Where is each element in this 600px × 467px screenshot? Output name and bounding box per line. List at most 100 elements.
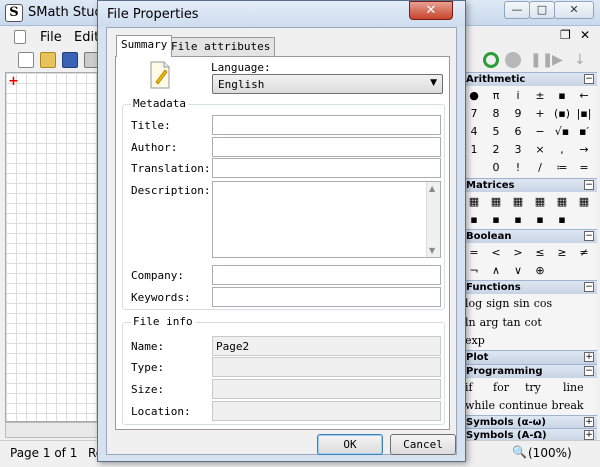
palette-button[interactable]: ▪′ — [573, 123, 595, 141]
program-button[interactable]: try — [523, 379, 561, 397]
close-doc-icon[interactable]: ✕ — [580, 28, 590, 42]
program-button[interactable]: if — [463, 379, 491, 397]
matrix-index-icon[interactable]: ▦ — [551, 193, 573, 211]
maximize-button[interactable]: □ — [529, 1, 555, 19]
ok-button[interactable]: OK — [317, 434, 383, 455]
title-field[interactable] — [212, 115, 441, 135]
palette-boolean-header[interactable]: Boolean − — [463, 229, 597, 243]
expand-icon[interactable]: + — [584, 352, 594, 362]
palette-button[interactable]: × — [529, 141, 551, 159]
palette-button[interactable]: 1 — [463, 141, 485, 159]
cofactor-icon[interactable]: ▪ — [551, 211, 573, 229]
palette-button[interactable]: 5 — [485, 123, 507, 141]
collapse-icon[interactable]: − — [584, 74, 594, 84]
new-file-icon[interactable] — [18, 52, 34, 68]
menu-file[interactable]: File — [40, 30, 62, 45]
palette-button[interactable]: − — [529, 123, 551, 141]
palette-button[interactable]: ≥ — [551, 244, 573, 262]
open-folder-icon[interactable] — [40, 52, 56, 68]
palette-button[interactable] — [463, 159, 485, 177]
function-button[interactable]: sign — [484, 295, 511, 313]
collapse-icon[interactable]: − — [584, 366, 594, 376]
row-icon[interactable]: ▪ — [463, 211, 485, 229]
palette-button[interactable]: / — [529, 159, 551, 177]
palette-button[interactable]: < — [485, 244, 507, 262]
palette-button[interactable]: ¬ — [463, 262, 485, 280]
dialog-close-button[interactable]: ✕ — [409, 1, 453, 20]
collapse-icon[interactable]: − — [584, 282, 594, 292]
scroll-down-icon[interactable]: ▼ — [429, 246, 435, 255]
function-button[interactable]: cot — [523, 314, 544, 332]
palette-button[interactable]: ← — [573, 87, 595, 105]
palette-button[interactable]: → — [573, 141, 595, 159]
palette-symbols-lower-header[interactable]: Symbols (α-ω) + — [463, 415, 597, 429]
determinant-icon[interactable]: ▦ — [485, 193, 507, 211]
cancel-button[interactable]: Cancel — [390, 434, 456, 455]
save-icon[interactable] — [62, 52, 78, 68]
palette-button[interactable]: ≠ — [573, 244, 595, 262]
palette-button[interactable]: 0 — [485, 159, 507, 177]
minimize-button[interactable]: — — [504, 1, 530, 19]
cross-product-icon[interactable]: ▦ — [573, 193, 595, 211]
worksheet-canvas[interactable] — [5, 72, 100, 422]
palette-button[interactable]: 9 — [507, 105, 529, 123]
description-field[interactable]: ▲ ▼ — [212, 181, 441, 258]
language-select[interactable]: English ▼ — [212, 74, 443, 94]
restore-icon[interactable]: ❐ — [560, 28, 571, 42]
palette-button[interactable]: ● — [463, 87, 485, 105]
col-icon[interactable]: ▪ — [485, 211, 507, 229]
function-button[interactable]: tan — [500, 314, 522, 332]
palette-button[interactable]: 7 — [463, 105, 485, 123]
refresh-icon[interactable] — [483, 52, 499, 68]
scroll-up-icon[interactable]: ▲ — [429, 184, 435, 193]
play-icon[interactable]: ▶ — [552, 52, 568, 68]
function-button[interactable]: exp — [463, 332, 487, 350]
description-scrollbar[interactable]: ▲ ▼ — [426, 182, 440, 257]
function-button[interactable]: log — [463, 295, 484, 313]
palette-arithmetic-header[interactable]: Arithmetic − — [463, 72, 597, 86]
palette-button[interactable]: > — [507, 244, 529, 262]
palette-matrices-header[interactable]: Matrices − — [463, 178, 597, 192]
function-button[interactable]: arg — [478, 314, 501, 332]
palette-button[interactable]: (▪) — [551, 105, 573, 123]
function-button[interactable]: sin — [511, 295, 531, 313]
vector-icon[interactable]: ▪ — [507, 211, 529, 229]
palette-button[interactable]: ⊕ — [529, 262, 551, 280]
palette-button[interactable]: |▪| — [573, 105, 595, 123]
palette-button[interactable]: , — [551, 141, 573, 159]
palette-button[interactable]: π — [485, 87, 507, 105]
program-button[interactable]: continue — [497, 397, 550, 415]
palette-button[interactable]: ∨ — [507, 262, 529, 280]
zoom-icon[interactable]: 🔍 — [512, 445, 527, 459]
palette-button[interactable]: 8 — [485, 105, 507, 123]
function-button[interactable]: cos — [532, 295, 554, 313]
keywords-field[interactable] — [212, 287, 441, 307]
tab-summary[interactable]: Summary — [116, 35, 173, 57]
expand-icon[interactable]: + — [584, 430, 594, 440]
program-button[interactable]: break — [550, 397, 586, 415]
company-field[interactable] — [212, 265, 441, 285]
palette-button[interactable]: i — [507, 87, 529, 105]
palette-button[interactable]: 6 — [507, 123, 529, 141]
program-button[interactable]: while — [463, 397, 497, 415]
palette-button[interactable]: + — [529, 105, 551, 123]
palette-button[interactable]: ▪ — [551, 87, 573, 105]
palette-button[interactable]: 3 — [507, 141, 529, 159]
palette-button[interactable]: ≤ — [529, 244, 551, 262]
pause-icon[interactable]: ❚❚ — [530, 52, 553, 68]
stop-icon[interactable] — [505, 52, 521, 68]
transpose-icon[interactable]: ▦ — [507, 193, 529, 211]
palette-button[interactable]: √▪ — [551, 123, 573, 141]
translation-field[interactable] — [212, 158, 441, 178]
author-field[interactable] — [212, 137, 441, 157]
inverse-icon[interactable]: ▦ — [529, 193, 551, 211]
app-close-button[interactable]: ✕ — [554, 1, 594, 19]
palette-button[interactable]: 4 — [463, 123, 485, 141]
palette-functions-header[interactable]: Functions − — [463, 280, 597, 294]
palette-button[interactable]: = — [573, 159, 595, 177]
horizontal-scrollbar[interactable] — [5, 422, 100, 438]
palette-button[interactable]: ∧ — [485, 262, 507, 280]
zoom-level[interactable]: (100%) — [528, 446, 572, 460]
menu-edit[interactable]: Edit — [74, 30, 99, 45]
collapse-icon[interactable]: − — [584, 231, 594, 241]
